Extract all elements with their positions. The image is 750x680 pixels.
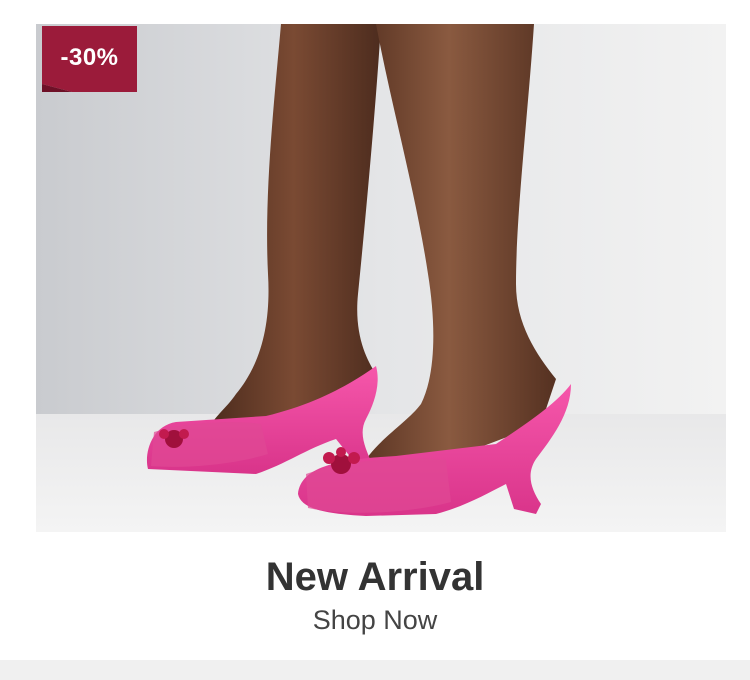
- product-image[interactable]: [36, 24, 726, 532]
- section-divider: [0, 660, 750, 680]
- product-title: New Arrival: [265, 555, 485, 599]
- discount-badge-text: -30%: [60, 44, 119, 71]
- discount-badge: -30%: [42, 26, 137, 92]
- product-card: -30% New Arrival Shop Now: [0, 0, 750, 660]
- shop-now-link[interactable]: Shop Now: [0, 602, 750, 638]
